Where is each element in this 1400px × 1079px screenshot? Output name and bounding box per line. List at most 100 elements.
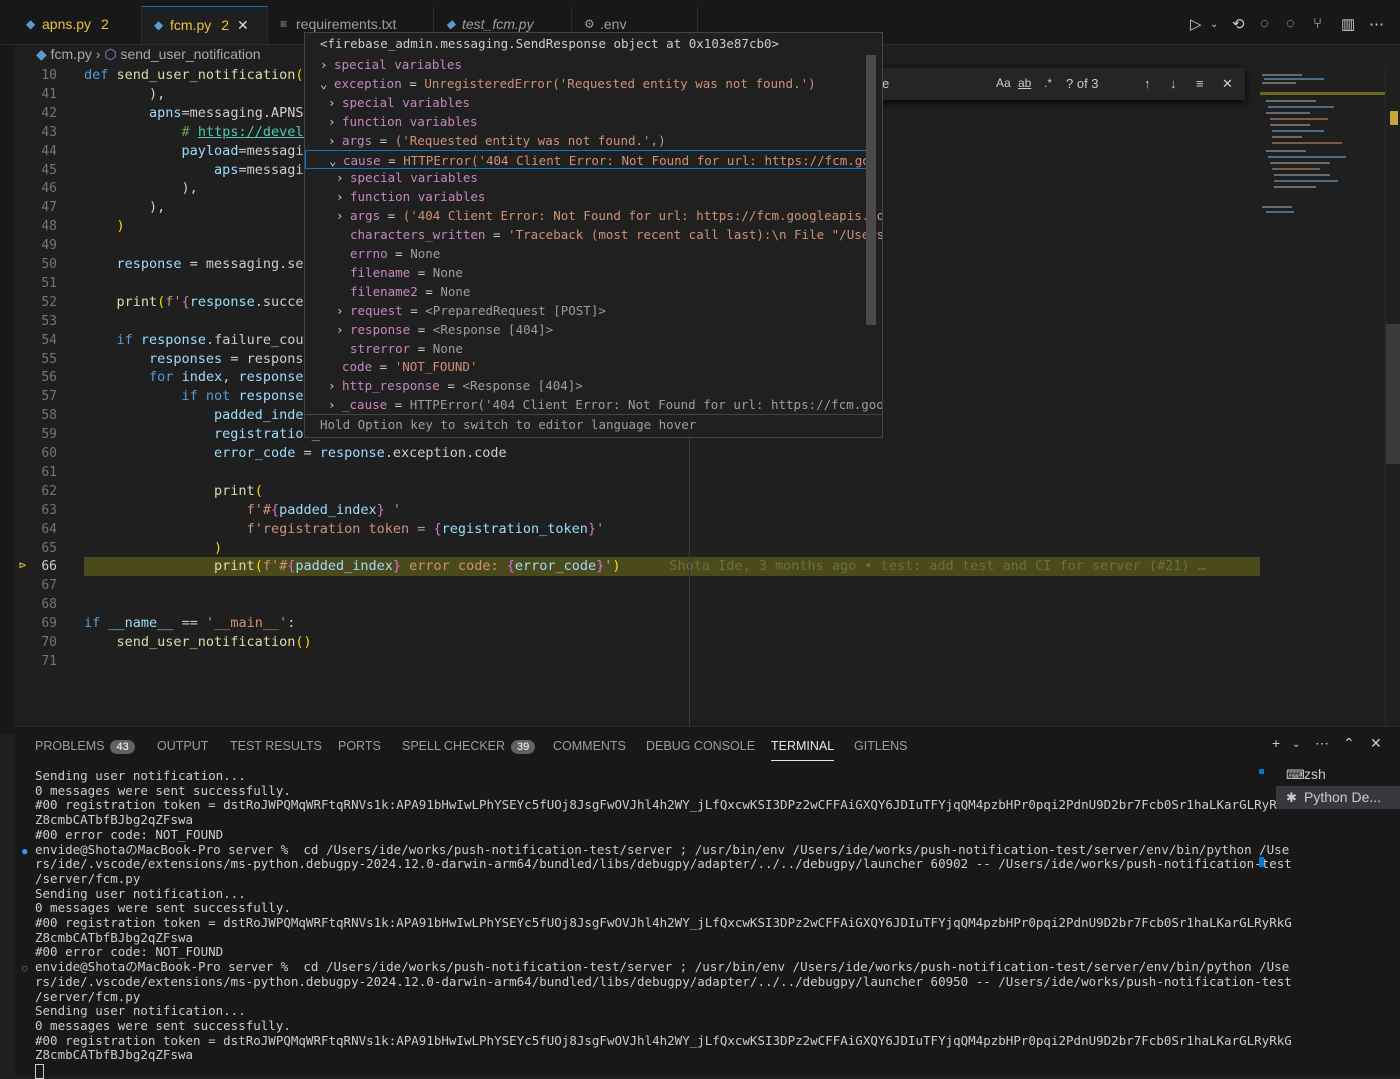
variable-tree-row[interactable]: filename2 = None: [305, 282, 882, 301]
panel-tab-comments[interactable]: COMMENTS: [553, 739, 626, 753]
next-match-icon[interactable]: ↓: [1170, 76, 1177, 91]
code-line[interactable]: 60 error_code = response.exception.code: [15, 444, 1260, 463]
variable-tree-row[interactable]: › http_response = <Response [404]>: [305, 376, 882, 395]
next-change-icon[interactable]: ◌: [1286, 15, 1295, 32]
code-line[interactable]: 71: [15, 652, 1260, 671]
chevron-right-icon[interactable]: ›: [328, 93, 342, 112]
command-decoration-icon[interactable]: ○: [22, 962, 27, 977]
panel-tab-ports[interactable]: PORTS: [338, 739, 381, 753]
variable-value: None: [440, 283, 471, 299]
run-icon[interactable]: ▷: [1190, 15, 1202, 33]
variable-group-label: special variables: [350, 170, 478, 186]
code-line[interactable]: 69 if __name__ == '__main__':: [15, 614, 1260, 633]
breadcrumb-file[interactable]: fcm.py: [51, 46, 92, 62]
open-changes-icon[interactable]: ⟲: [1232, 15, 1245, 33]
panel-tab-test-results[interactable]: TEST RESULTS: [230, 739, 322, 753]
code-text: aps=messaging: [214, 161, 320, 178]
variable-tree-row[interactable]: characters_written = 'Traceback (most re…: [305, 225, 882, 244]
variable-tree-row[interactable]: ⌄ exception = UnregisteredError('Requeste…: [305, 74, 882, 93]
git-compare-icon[interactable]: ⑂: [1313, 15, 1322, 32]
variable-tree-row[interactable]: › function variables: [305, 187, 882, 206]
minimap[interactable]: [1260, 66, 1385, 726]
breadcrumb-symbol[interactable]: send_user_notification: [120, 46, 260, 62]
chevron-right-icon[interactable]: ›: [320, 55, 334, 74]
more-actions-icon[interactable]: ⋯: [1315, 735, 1329, 752]
find-input[interactable]: e: [882, 76, 889, 91]
chevron-right-icon[interactable]: ›: [336, 320, 350, 339]
variable-tree-row[interactable]: › args = ('404 Client Error: Not Found fo…: [305, 206, 882, 225]
variable-tree-row[interactable]: errno = None: [305, 244, 882, 263]
variable-tree-row[interactable]: › special variables: [305, 55, 882, 74]
panel-tab-gitlens[interactable]: GITLENS: [854, 739, 908, 753]
variable-tree-row[interactable]: › _cause = HTTPError('404 Client Error: N…: [305, 395, 883, 414]
chevron-right-icon[interactable]: ›: [328, 376, 342, 395]
chevron-right-icon[interactable]: ›: [328, 395, 342, 414]
chevron-right-icon[interactable]: ›: [336, 187, 350, 206]
chevron-right-icon[interactable]: ›: [336, 301, 350, 320]
variable-tree-row[interactable]: › response = <Response [404]>: [305, 320, 882, 339]
panel-tab-terminal[interactable]: TERMINAL: [771, 739, 835, 761]
scrollbar-thumb[interactable]: [1386, 324, 1400, 464]
panel-tab-debug-console[interactable]: DEBUG CONSOLE: [646, 739, 755, 753]
code-line[interactable]: 63 f'#{padded_index} ': [15, 501, 1260, 520]
tab-apns-py[interactable]: ◆ apns.py 2: [14, 6, 142, 44]
whole-word-toggle[interactable]: ab: [1018, 76, 1031, 90]
variable-value: HTTPError('404 Client Error: Not Found f…: [409, 397, 883, 413]
variable-tree-row[interactable]: filename = None: [305, 263, 882, 282]
code-line[interactable]: 67: [15, 576, 1260, 595]
code-line[interactable]: 64 f'registration token = {registration_…: [15, 520, 1260, 539]
panel-tab-output[interactable]: OUTPUT: [157, 739, 208, 753]
code-line[interactable]: 65 ): [15, 539, 1260, 558]
more-actions-icon[interactable]: ⋯: [1369, 15, 1384, 33]
command-decoration-icon[interactable]: ●: [22, 845, 27, 860]
close-icon[interactable]: ✕: [1370, 735, 1382, 752]
line-number: 63: [41, 502, 57, 518]
chevron-down-icon[interactable]: ⌄: [1210, 19, 1218, 30]
code-line[interactable]: 70 send_user_notification(): [15, 633, 1260, 652]
chevron-right-icon[interactable]: ›: [328, 131, 342, 150]
code-text: for index, response i: [149, 369, 320, 386]
maximize-panel-icon[interactable]: ⌃: [1343, 735, 1355, 752]
chevron-down-icon[interactable]: ⌄: [320, 74, 334, 93]
close-icon[interactable]: ✕: [237, 17, 249, 33]
variable-value: <Response [404]>: [432, 321, 554, 337]
new-terminal-icon[interactable]: +: [1272, 735, 1280, 751]
variable-tree-row[interactable]: code = 'NOT_FOUND': [305, 357, 882, 376]
previous-change-icon[interactable]: ◌: [1260, 15, 1269, 32]
panel-tab-problems[interactable]: PROBLEMS 43: [35, 739, 135, 754]
variable-tree-row[interactable]: › function variables: [305, 112, 882, 131]
code-line[interactable]: 68: [15, 595, 1260, 614]
chevron-down-icon[interactable]: ⌄: [329, 151, 343, 168]
terminal-item-zsh[interactable]: ⌨ zsh: [1276, 763, 1400, 786]
variable-tree-row[interactable]: ⌄ cause = HTTPError('404 Client Error: No…: [305, 149, 871, 169]
panel-tab-spell-checker[interactable]: SPELL CHECKER 39: [402, 739, 536, 754]
chevron-right-icon[interactable]: ›: [336, 206, 350, 225]
variable-tree-row[interactable]: › special variables: [305, 168, 882, 187]
terminal-item-python-debug[interactable]: ✱ Python De...: [1276, 786, 1400, 809]
match-case-toggle[interactable]: Aa: [996, 76, 1011, 90]
chevron-right-icon[interactable]: ›: [336, 168, 350, 187]
previous-match-icon[interactable]: ↑: [1144, 76, 1151, 91]
breakpoint-arrow-icon[interactable]: ⊳: [19, 558, 26, 572]
line-number: 55: [41, 351, 57, 367]
close-icon[interactable]: ✕: [1222, 76, 1233, 92]
variable-tree-row[interactable]: strerror = None: [305, 339, 882, 358]
regex-toggle[interactable]: .*: [1044, 76, 1052, 90]
code-line[interactable]: 61: [15, 463, 1260, 482]
code-line[interactable]: 66 ⊳ print(f'#{padded_index} error code: …: [15, 557, 1260, 577]
variable-tree-row[interactable]: › special variables: [305, 93, 882, 112]
split-editor-icon[interactable]: ▥: [1341, 15, 1355, 33]
variable-tree-row[interactable]: › request = <PreparedRequest [POST]>: [305, 301, 882, 320]
chevron-right-icon[interactable]: ›: [328, 112, 342, 131]
find-in-selection-icon[interactable]: ≡: [1196, 76, 1204, 91]
code-line[interactable]: 62 print(: [15, 482, 1260, 501]
editor-scrollbar[interactable]: [1385, 66, 1400, 726]
chevron-down-icon[interactable]: ⌄: [1292, 739, 1300, 750]
hover-scrollbar-thumb[interactable]: [866, 55, 876, 325]
line-number: 45: [41, 162, 57, 178]
terminal-output[interactable]: Sending user notification... 0 messages w…: [22, 768, 1292, 1079]
tab-fcm-py[interactable]: ◆ fcm.py 2 ✕: [142, 6, 268, 44]
line-number: 53: [41, 313, 57, 329]
code-text: print(: [214, 482, 263, 499]
variable-tree-row[interactable]: › args = ('Requested entity was not found…: [305, 131, 882, 150]
